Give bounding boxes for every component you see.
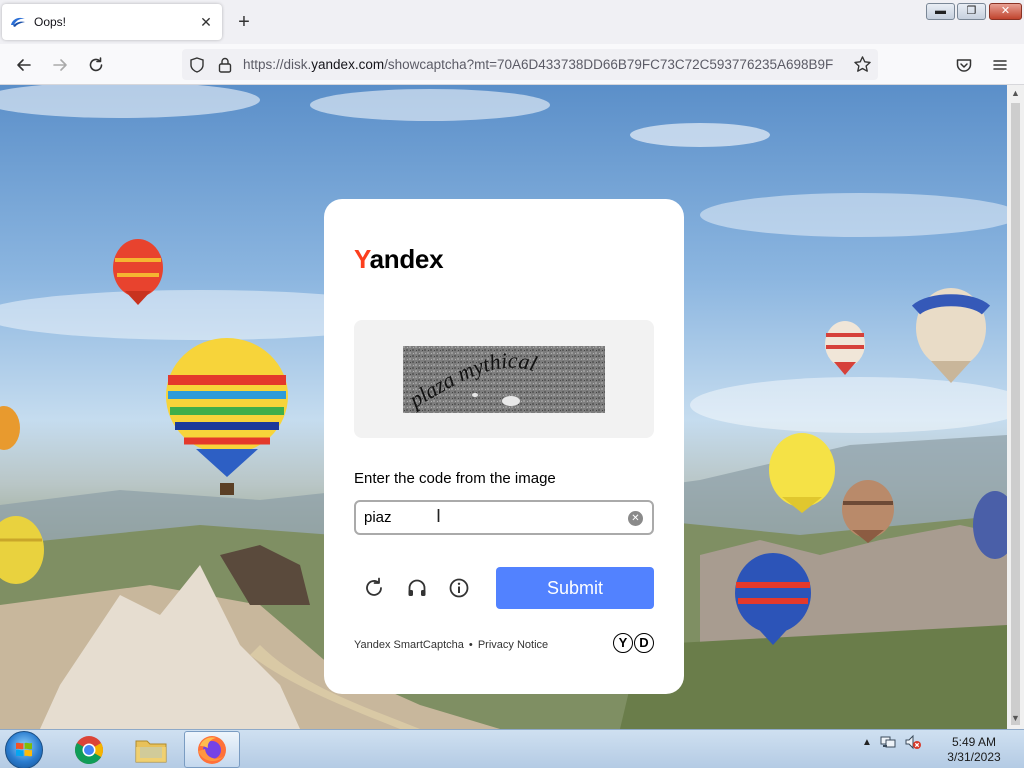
forward-button[interactable]: [47, 52, 73, 78]
url-path: /showcaptcha?mt=70A6D433738DD66B79FC73C7…: [384, 57, 834, 72]
url-prefix: https://disk.: [243, 57, 312, 72]
page-background: Yandex plaza mythical Enter the code fro…: [0, 85, 1007, 729]
vertical-scrollbar[interactable]: ▲ ▼: [1007, 85, 1024, 729]
back-button[interactable]: [11, 52, 37, 78]
privacy-notice-link[interactable]: Privacy Notice: [478, 639, 548, 651]
refresh-captcha-button[interactable]: [362, 576, 386, 600]
captcha-prompt-label: Enter the code from the image: [354, 470, 556, 487]
captcha-image-container: plaza mythical: [354, 320, 654, 438]
audio-captcha-button[interactable]: [405, 576, 429, 600]
logo-letter-y: Y: [613, 633, 633, 653]
system-tray: ▲: [862, 734, 922, 750]
chrome-icon: [75, 735, 103, 764]
captcha-input-field[interactable]: I ✕: [354, 500, 654, 535]
close-icon: ✕: [1000, 5, 1011, 17]
network-icon[interactable]: [880, 734, 896, 750]
taskbar: ▲ 5:49 AM 3/31/2023: [0, 729, 1024, 768]
taskbar-firefox[interactable]: [184, 731, 240, 768]
tab-title: Oops!: [34, 15, 67, 29]
taskbar-clock[interactable]: 5:49 AM 3/31/2023: [944, 735, 1004, 765]
pocket-button[interactable]: [951, 52, 977, 78]
windows-logo-icon: [16, 742, 32, 757]
tab-close-icon[interactable]: ✕: [198, 14, 214, 31]
restore-icon: ❐: [966, 5, 977, 17]
scroll-down-icon[interactable]: ▼: [1011, 713, 1020, 723]
navigation-bar: https://disk.yandex.com/showcaptcha?mt=7…: [0, 44, 1024, 85]
tab-bar: Oops! ✕ + ▬ ❐ ✕: [0, 0, 1024, 44]
shield-icon[interactable]: [188, 56, 206, 74]
new-tab-button[interactable]: +: [234, 12, 254, 32]
minimize-icon: ▬: [935, 5, 946, 17]
close-window-button[interactable]: ✕: [989, 3, 1022, 20]
captcha-footer: Yandex SmartCaptcha • Privacy Notice: [354, 639, 548, 651]
address-bar[interactable]: https://disk.yandex.com/showcaptcha?mt=7…: [182, 49, 878, 80]
reload-icon: [89, 57, 103, 72]
url-host: yandex.com: [311, 57, 385, 72]
yandex-disk-favicon-icon: [11, 17, 25, 27]
clear-input-icon[interactable]: ✕: [628, 511, 643, 526]
bookmark-star-icon[interactable]: [853, 55, 872, 74]
show-hidden-icons-icon[interactable]: ▲: [862, 737, 872, 748]
tab-active[interactable]: Oops! ✕: [2, 4, 222, 40]
back-arrow-icon: [17, 59, 31, 71]
captcha-card: Yandex plaza mythical Enter the code fro…: [324, 199, 684, 694]
restore-button[interactable]: ❐: [957, 3, 986, 20]
footer-separator: •: [468, 639, 473, 651]
logo-letter-d: D: [634, 633, 654, 653]
logo-rest: andex: [369, 244, 444, 274]
yandex-cloud-logo: Y D: [613, 633, 654, 653]
forward-arrow-icon: [53, 59, 67, 71]
scrollbar-thumb[interactable]: [1011, 103, 1020, 725]
pocket-icon: [956, 59, 972, 72]
folder-icon: [135, 740, 167, 762]
captcha-input[interactable]: [364, 509, 614, 526]
yandex-logo: Yandex: [354, 244, 444, 275]
start-button[interactable]: [5, 731, 43, 768]
headphones-icon: [408, 579, 426, 596]
minimize-button[interactable]: ▬: [926, 3, 955, 20]
menu-button[interactable]: [987, 52, 1013, 78]
text-cursor-icon: I: [436, 506, 442, 526]
scroll-up-icon[interactable]: ▲: [1011, 88, 1020, 98]
volume-muted-icon[interactable]: [904, 734, 922, 750]
reload-button[interactable]: [83, 52, 109, 78]
refresh-icon: [366, 577, 382, 596]
logo-y-letter: Y: [354, 244, 370, 274]
clock-time: 5:49 AM: [951, 735, 997, 749]
firefox-icon: [198, 735, 226, 764]
url-text[interactable]: https://disk.yandex.com/showcaptcha?mt=7…: [243, 57, 843, 72]
footer-product-name: Yandex SmartCaptcha: [354, 639, 464, 651]
info-icon: [449, 578, 469, 598]
lock-icon[interactable]: [217, 56, 233, 74]
submit-button[interactable]: Submit: [496, 567, 654, 609]
hamburger-menu-icon: [993, 60, 1007, 70]
taskbar-file-explorer[interactable]: [123, 731, 179, 768]
clock-date: 3/31/2023: [947, 750, 1001, 764]
taskbar-chrome[interactable]: [61, 731, 117, 768]
captcha-image: plaza mythical: [403, 346, 605, 413]
info-button[interactable]: [447, 576, 471, 600]
